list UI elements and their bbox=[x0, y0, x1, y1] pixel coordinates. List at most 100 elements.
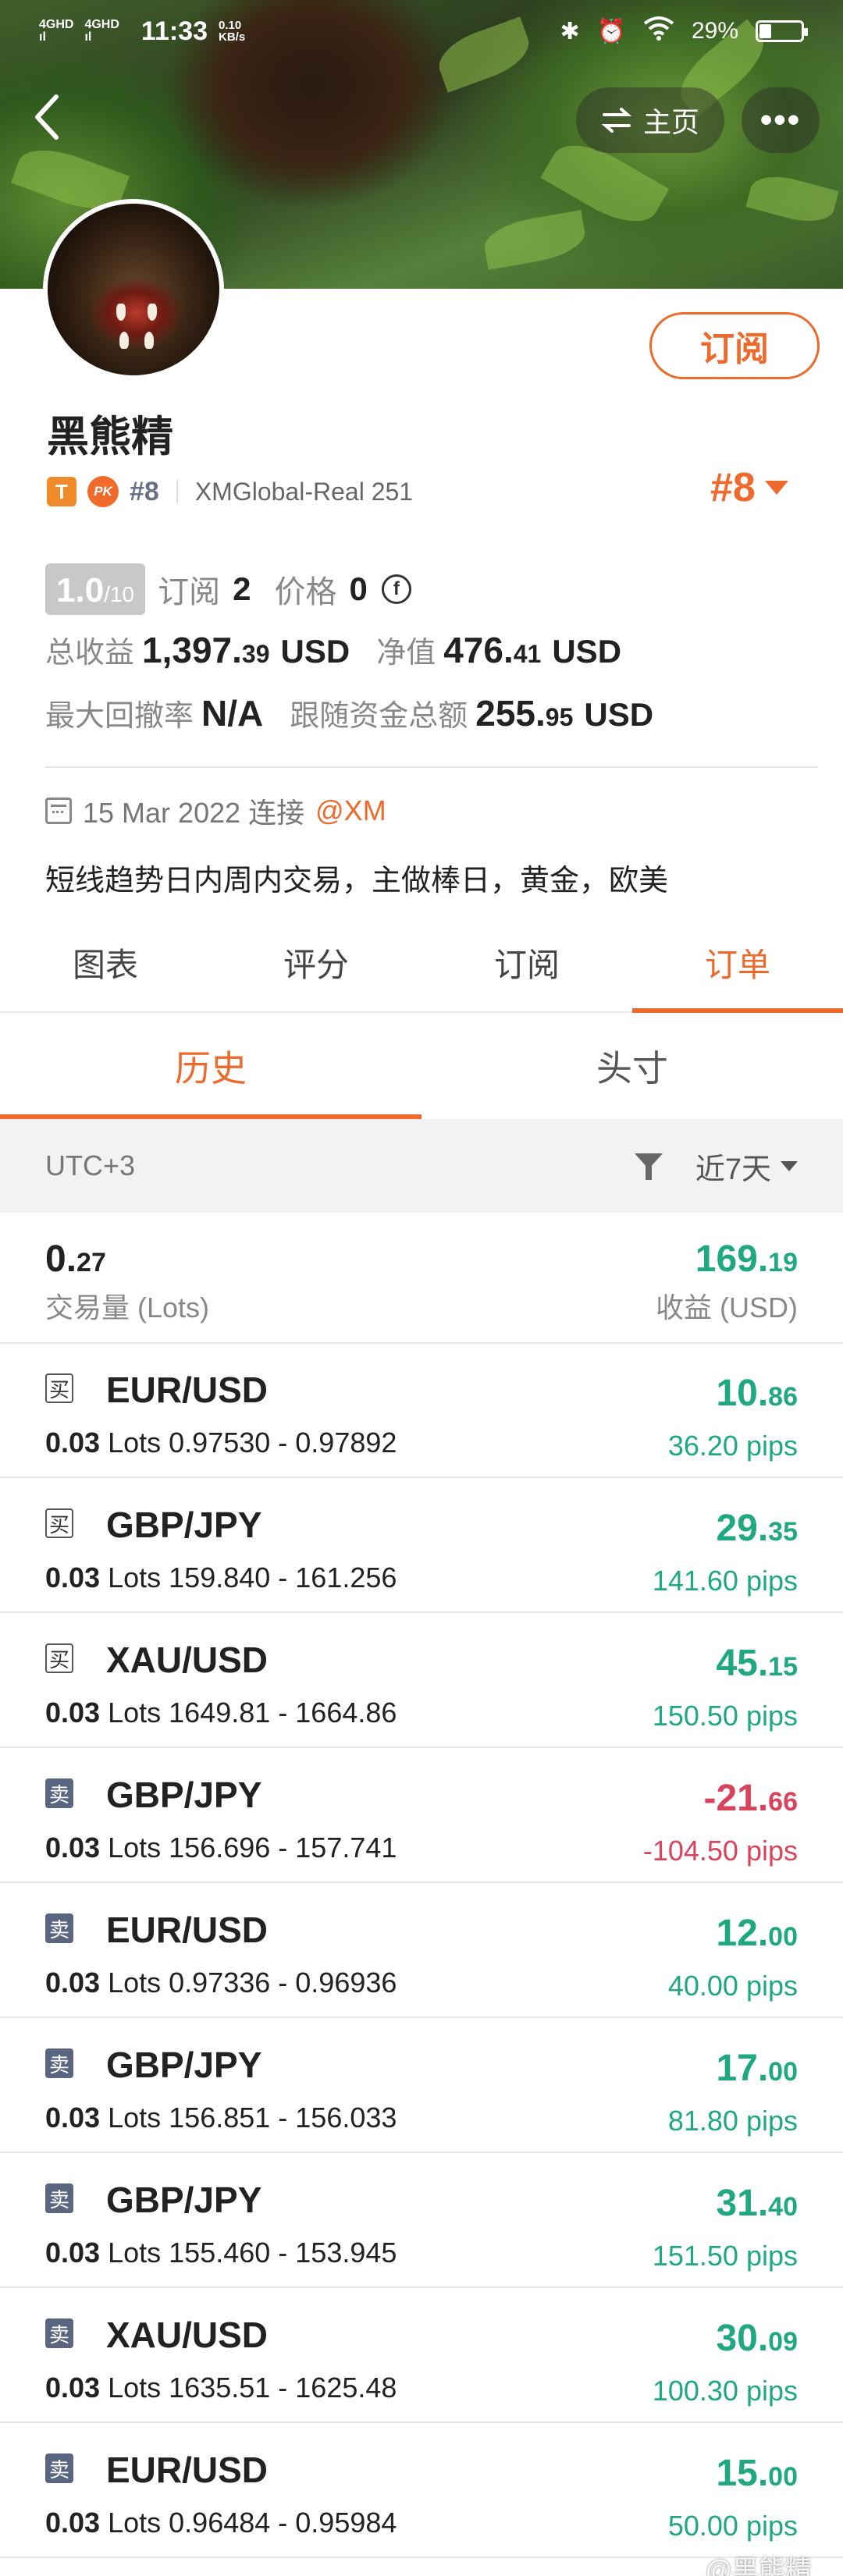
rank-small: #8 bbox=[130, 476, 159, 506]
total-profit-label: 总收益 bbox=[45, 637, 135, 670]
rank-dropdown[interactable]: #8 bbox=[710, 464, 788, 511]
battery-icon bbox=[756, 20, 808, 42]
order-profit-int: 12. bbox=[716, 1913, 769, 1954]
rank-value: #8 bbox=[710, 465, 756, 510]
order-profit: 30.09 bbox=[716, 2317, 798, 2360]
price-label: 价格 bbox=[274, 575, 337, 609]
order-profit-dec: 00 bbox=[768, 2057, 798, 2087]
more-button[interactable]: ••• bbox=[742, 87, 820, 153]
order-pair: GBP/JPY bbox=[106, 2045, 262, 2085]
order-pair: EUR/USD bbox=[106, 1370, 269, 1410]
order-row[interactable]: 买 GBP/JPY 0.03 Lots 159.840 - 161.256 29.35… bbox=[0, 1479, 843, 1613]
timezone-label: UTC+3 bbox=[45, 1149, 136, 1181]
back-button[interactable] bbox=[31, 92, 78, 147]
caret-down-icon bbox=[764, 481, 788, 495]
order-prices: 156.696 - 157.741 bbox=[169, 1832, 397, 1864]
equity-label: 净值 bbox=[376, 637, 436, 670]
home-label: 主页 bbox=[642, 106, 699, 138]
wifi-icon bbox=[643, 16, 674, 47]
order-profit: 10.86 bbox=[716, 1372, 798, 1415]
order-pair: EUR/USD bbox=[106, 2450, 269, 2490]
order-side-badge: 卖 bbox=[45, 2183, 73, 2213]
order-lots: 0.03 bbox=[45, 2237, 101, 2269]
order-profit: -21.66 bbox=[703, 1777, 798, 1820]
tab-rating[interactable]: 评分 bbox=[211, 913, 422, 1011]
order-lots: 0.03 bbox=[45, 2372, 101, 2404]
home-button[interactable]: 主页 bbox=[576, 87, 724, 153]
strategy-description: 短线趋势日内周内交易，主做棒日，黄金，欧美 bbox=[45, 865, 669, 897]
order-row[interactable]: 卖 GBP/JPY 0.03 Lots 155.460 - 153.945 31.40… bbox=[0, 2154, 843, 2288]
period-dropdown[interactable]: 近7天 bbox=[695, 1145, 798, 1188]
order-row[interactable]: 买 XAU/USD 0.03 Lots 1649.81 - 1664.86 45.15… bbox=[0, 1614, 843, 1748]
order-lots-label: Lots bbox=[108, 2102, 162, 2134]
order-prices: 0.96484 - 0.95984 bbox=[169, 2507, 397, 2539]
order-row[interactable]: 买 EUR/USD 0.03 Lots 0.97530 - 0.97892 10.86… bbox=[0, 1344, 843, 1478]
caret-down-icon bbox=[781, 1160, 798, 1171]
filter-bar: UTC+3 近7天 bbox=[0, 1119, 843, 1213]
order-profit-dec: 00 bbox=[768, 2462, 798, 2492]
order-pips: 100.30 pips bbox=[652, 2375, 798, 2407]
order-lots-label: Lots bbox=[108, 2372, 162, 2404]
battery-percent: 29% bbox=[691, 18, 738, 44]
avatar[interactable] bbox=[43, 199, 224, 380]
order-lots: 0.03 bbox=[45, 1562, 101, 1594]
tab-subscribe[interactable]: 订阅 bbox=[422, 913, 632, 1011]
order-profit: 29.35 bbox=[716, 1507, 798, 1550]
main-tabs: 图表 评分 订阅 订单 bbox=[0, 913, 843, 1013]
order-detail: 0.03 Lots 1635.51 - 1625.48 bbox=[45, 2372, 397, 2404]
order-side-badge: 卖 bbox=[45, 2453, 73, 2483]
order-profit: 45.15 bbox=[716, 1642, 798, 1685]
drawdown-follow-row: 最大回撤率 N/A 跟随资金总额 255.95 USD bbox=[45, 691, 653, 734]
tab-orders[interactable]: 订单 bbox=[632, 913, 843, 1013]
order-row[interactable]: 卖 EUR/USD 0.03 Lots 0.97336 - 0.96936 12.00… bbox=[0, 1884, 843, 2018]
total-profit-unit: USD bbox=[280, 633, 350, 670]
subtab-positions[interactable]: 头寸 bbox=[422, 1013, 843, 1119]
total-profit-dec: 39 bbox=[241, 640, 270, 668]
period-label: 近7天 bbox=[695, 1153, 771, 1186]
volume-label: 交易量 (Lots) bbox=[45, 1292, 210, 1324]
subscribe-button[interactable]: 订阅 bbox=[649, 312, 820, 379]
clock: 11:33 bbox=[140, 16, 208, 46]
order-row[interactable]: 卖 EUR/USD 0.03 Lots 0.96484 - 0.95984 15.00… bbox=[0, 2424, 843, 2558]
order-pips: 151.50 pips bbox=[652, 2240, 798, 2272]
order-row[interactable]: 卖 GBP/JPY 0.03 Lots 156.696 - 157.741 -21.6… bbox=[0, 1749, 843, 1883]
order-side-badge: 卖 bbox=[45, 2318, 73, 2348]
order-side-badge: 买 bbox=[45, 1508, 73, 1538]
order-prices: 155.460 - 153.945 bbox=[169, 2237, 397, 2269]
order-prices: 0.97336 - 0.96936 bbox=[169, 1967, 397, 1999]
more-dots-icon: ••• bbox=[759, 101, 802, 139]
order-profit-dec: 35 bbox=[768, 1517, 798, 1547]
order-side-badge: 买 bbox=[45, 1373, 73, 1403]
account-name: XMGlobal-Real 251 bbox=[194, 477, 414, 506]
order-profit-int: -21. bbox=[703, 1778, 769, 1819]
order-lots-label: Lots bbox=[108, 2507, 162, 2539]
subtab-history[interactable]: 历史 bbox=[0, 1013, 422, 1119]
order-detail: 0.03 Lots 156.696 - 157.741 bbox=[45, 1832, 397, 1864]
order-lots: 0.03 bbox=[45, 1697, 101, 1729]
order-pair: GBP/JPY bbox=[106, 1505, 262, 1545]
tab-chart[interactable]: 图表 bbox=[0, 913, 211, 1011]
order-lots-label: Lots bbox=[108, 1697, 162, 1729]
order-pips: 50.00 pips bbox=[667, 2510, 798, 2542]
order-pips: 81.80 pips bbox=[667, 2105, 798, 2137]
order-pair: EUR/USD bbox=[106, 1910, 269, 1950]
trader-meta: T PK #8 XMGlobal-Real 251 bbox=[47, 471, 413, 513]
order-profit: 12.00 bbox=[716, 1912, 798, 1955]
order-prices: 1635.51 - 1625.48 bbox=[169, 2372, 397, 2404]
signal-icon: ıl bbox=[39, 30, 46, 44]
broker-link[interactable]: @XM bbox=[315, 794, 386, 827]
order-prices: 0.97530 - 0.97892 bbox=[169, 1427, 397, 1459]
order-row[interactable]: 卖 XAU/USD 0.03 Lots 1635.51 - 1625.48 30.09… bbox=[0, 2289, 843, 2423]
order-profit-dec: 09 bbox=[768, 2327, 798, 2357]
divider bbox=[176, 480, 178, 503]
order-pair: XAU/USD bbox=[106, 1640, 269, 1680]
follow-funds-dec: 95 bbox=[545, 703, 574, 731]
order-side-badge: 买 bbox=[45, 1643, 73, 1673]
order-profit-int: 17. bbox=[716, 2048, 769, 2089]
filter-icon[interactable] bbox=[633, 1150, 664, 1181]
subscribers-label: 订阅 bbox=[158, 575, 221, 609]
order-lots: 0.03 bbox=[45, 2102, 101, 2134]
order-row[interactable]: 卖 GBP/JPY 0.03 Lots 156.851 - 156.033 17.00… bbox=[0, 2019, 843, 2153]
order-profit-dec: 66 bbox=[768, 1787, 798, 1817]
order-detail: 0.03 Lots 156.851 - 156.033 bbox=[45, 2102, 397, 2134]
